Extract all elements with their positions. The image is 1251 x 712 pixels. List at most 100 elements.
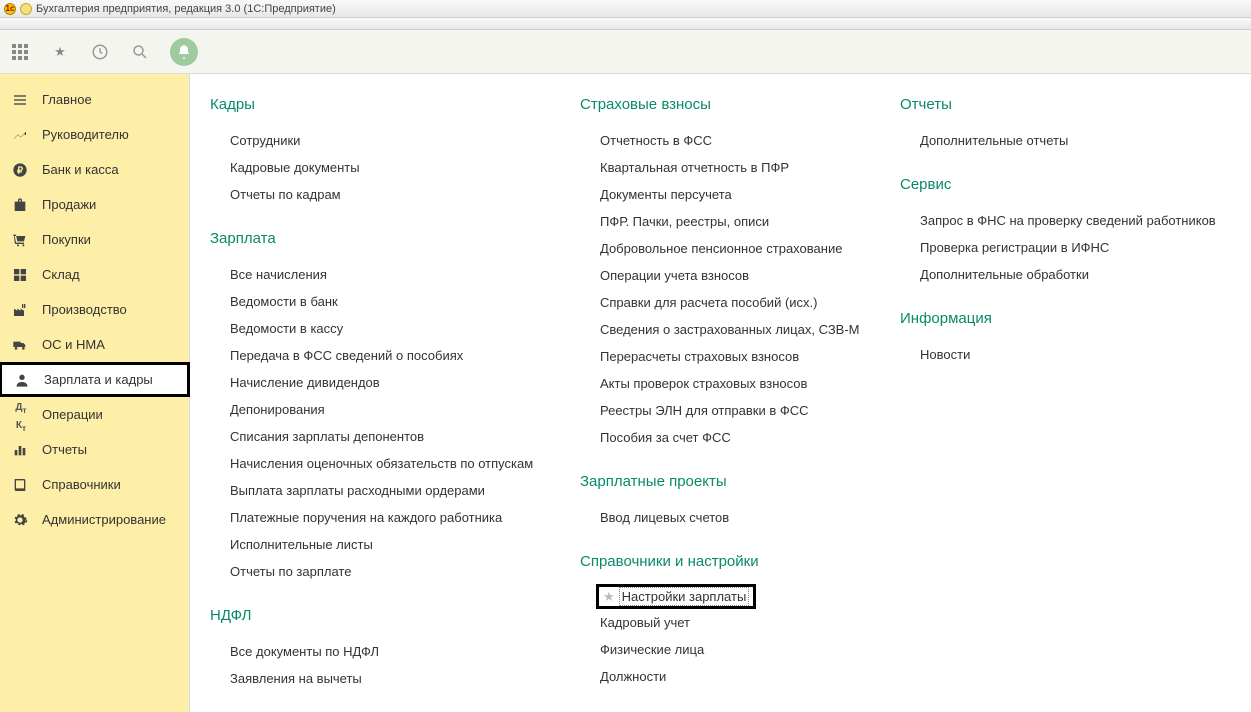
section-link[interactable]: Отчеты по зарплате [210,558,560,585]
nav-item-menu[interactable]: Главное [0,82,189,117]
section-link[interactable]: Операции учета взносов [580,262,880,289]
nav-label: Производство [42,302,127,317]
section-link[interactable]: Депонирования [210,396,560,423]
section-link[interactable]: Документы персучета [580,181,880,208]
section-link[interactable]: Ведомости в банк [210,288,560,315]
nav-item-cart[interactable]: Покупки [0,222,189,257]
section-link[interactable]: Платежные поручения на каждого работника [210,504,560,531]
nav-item-blocks[interactable]: Склад [0,257,189,292]
section-header[interactable]: Зарплатные проекты [580,473,880,490]
nav-item-bag[interactable]: Продажи [0,187,189,222]
trend-icon [12,127,30,143]
section-link[interactable]: Реестры ЭЛН для отправки в ФСС [580,397,880,424]
section-header[interactable]: Информация [900,310,1220,327]
tab-strip [0,18,1251,30]
link-label: Настройки зарплаты [619,587,750,606]
section-header[interactable]: Справочники и настройки [580,553,880,570]
section-header[interactable]: НДФЛ [210,607,560,624]
nav-item-factory[interactable]: Производство [0,292,189,327]
section-link[interactable]: Заявления на вычеты [210,665,560,692]
nav-item-person[interactable]: Зарплата и кадры [0,362,190,397]
nav-label: Отчеты [42,442,87,457]
gear-icon [12,512,30,528]
nav-item-trend[interactable]: Руководителю [0,117,189,152]
search-icon[interactable] [130,42,150,62]
nav-item-truck[interactable]: ОС и НМА [0,327,189,362]
nav-item-ruble[interactable]: ₽ Банк и касса [0,152,189,187]
section-link[interactable]: Дополнительные обработки [900,261,1220,288]
section-link[interactable]: Передача в ФСС сведений о пособиях [210,342,560,369]
section-header[interactable]: Зарплата [210,230,560,247]
section-link[interactable]: ПФР. Пачки, реестры, описи [580,208,880,235]
titlebar-dropdown-icon[interactable] [20,3,32,15]
section-link[interactable]: Кадровые документы [210,154,560,181]
section-link[interactable]: Выплата зарплаты расходными ордерами [210,477,560,504]
section-link[interactable]: Проверка регистрации в ИФНС [900,234,1220,261]
nav-label: Покупки [42,232,91,247]
section-link[interactable]: Ведомости в кассу [210,315,560,342]
column-1: КадрыСотрудникиКадровые документыОтчеты … [200,88,570,712]
notifications-bell-icon[interactable] [170,38,198,66]
section-link[interactable]: Ввод лицевых счетов [580,504,880,531]
nav-item-dtdk[interactable]: ДтКт Операции [0,397,189,432]
cart-icon [12,232,30,248]
section-link[interactable]: Запрос в ФНС на проверку сведений работн… [900,207,1220,234]
section-header[interactable]: Кадры [210,96,560,113]
section-link[interactable]: Справки для расчета пособий (исх.) [580,289,880,316]
favorites-star-icon[interactable]: ★ [50,42,70,62]
nav-label: Главное [42,92,92,107]
nav-label: Справочники [42,477,121,492]
nav-label: Склад [42,267,80,282]
section-link[interactable]: Добровольное пенсионное страхование [580,235,880,262]
section-link[interactable]: Списания зарплаты депонентов [210,423,560,450]
bag-icon [12,197,30,213]
svg-text:₽: ₽ [17,165,23,175]
column-2: Страховые взносы Отчетность в ФССКварталь… [570,88,890,712]
nav-label: Операции [42,407,103,422]
apps-grid-icon[interactable] [10,42,30,62]
person-icon [14,372,32,388]
section-link[interactable]: Акты проверок страховых взносов [580,370,880,397]
section-header[interactable]: Отчеты [900,96,1220,113]
star-icon: ★ [603,589,615,605]
top-toolbar: ★ [0,30,1251,74]
highlighted-link[interactable]: ★Настройки зарплаты [596,584,756,609]
blocks-icon [12,267,30,283]
section-link[interactable]: Физические лица [580,636,880,663]
menu-icon [12,92,30,108]
window-title: Бухгалтерия предприятия, редакция 3.0 (1… [36,3,336,15]
section-link[interactable]: Пособия за счет ФСС [580,424,880,451]
nav-item-book[interactable]: Справочники [0,467,189,502]
nav-label: ОС и НМА [42,337,105,352]
section-link[interactable]: Кадровый учет [580,609,880,636]
section-link[interactable]: Дополнительные отчеты [900,127,1220,154]
section-link[interactable]: Все документы по НДФЛ [210,638,560,665]
window-titlebar: 1c Бухгалтерия предприятия, редакция 3.0… [0,0,1251,18]
column-3: Отчеты Дополнительные отчеты Сервис Запрос … [890,88,1230,712]
nav-item-bars[interactable]: Отчеты [0,432,189,467]
section-link[interactable]: Начисления оценочных обязательств по отп… [210,450,560,477]
section-link[interactable]: Отчетность в ФСС [580,127,880,154]
section-link[interactable]: Перерасчеты страховых взносов [580,343,880,370]
section-header[interactable]: Страховые взносы [580,96,880,113]
section-link[interactable]: Отчеты по кадрам [210,181,560,208]
nav-item-gear[interactable]: Администрирование [0,502,189,537]
nav-label: Руководителю [42,127,129,142]
bars-icon [12,442,30,458]
section-link[interactable]: Начисление дивидендов [210,369,560,396]
section-header[interactable]: Сервис [900,176,1220,193]
dtdk-icon: ДтКт [12,397,30,432]
section-link[interactable]: Сотрудники [210,127,560,154]
section-link[interactable]: Исполнительные листы [210,531,560,558]
factory-icon [12,302,30,318]
nav-label: Администрирование [42,512,166,527]
section-link[interactable]: Сведения о застрахованных лицах, СЗВ-М [580,316,880,343]
section-link[interactable]: Новости [900,341,1220,368]
nav-label: Банк и касса [42,162,119,177]
content-area: КадрыСотрудникиКадровые документыОтчеты … [190,74,1251,712]
app-logo-icon: 1c [4,3,16,15]
section-link[interactable]: Квартальная отчетность в ПФР [580,154,880,181]
section-link[interactable]: Должности [580,663,880,690]
history-icon[interactable] [90,42,110,62]
section-link[interactable]: Все начисления [210,261,560,288]
